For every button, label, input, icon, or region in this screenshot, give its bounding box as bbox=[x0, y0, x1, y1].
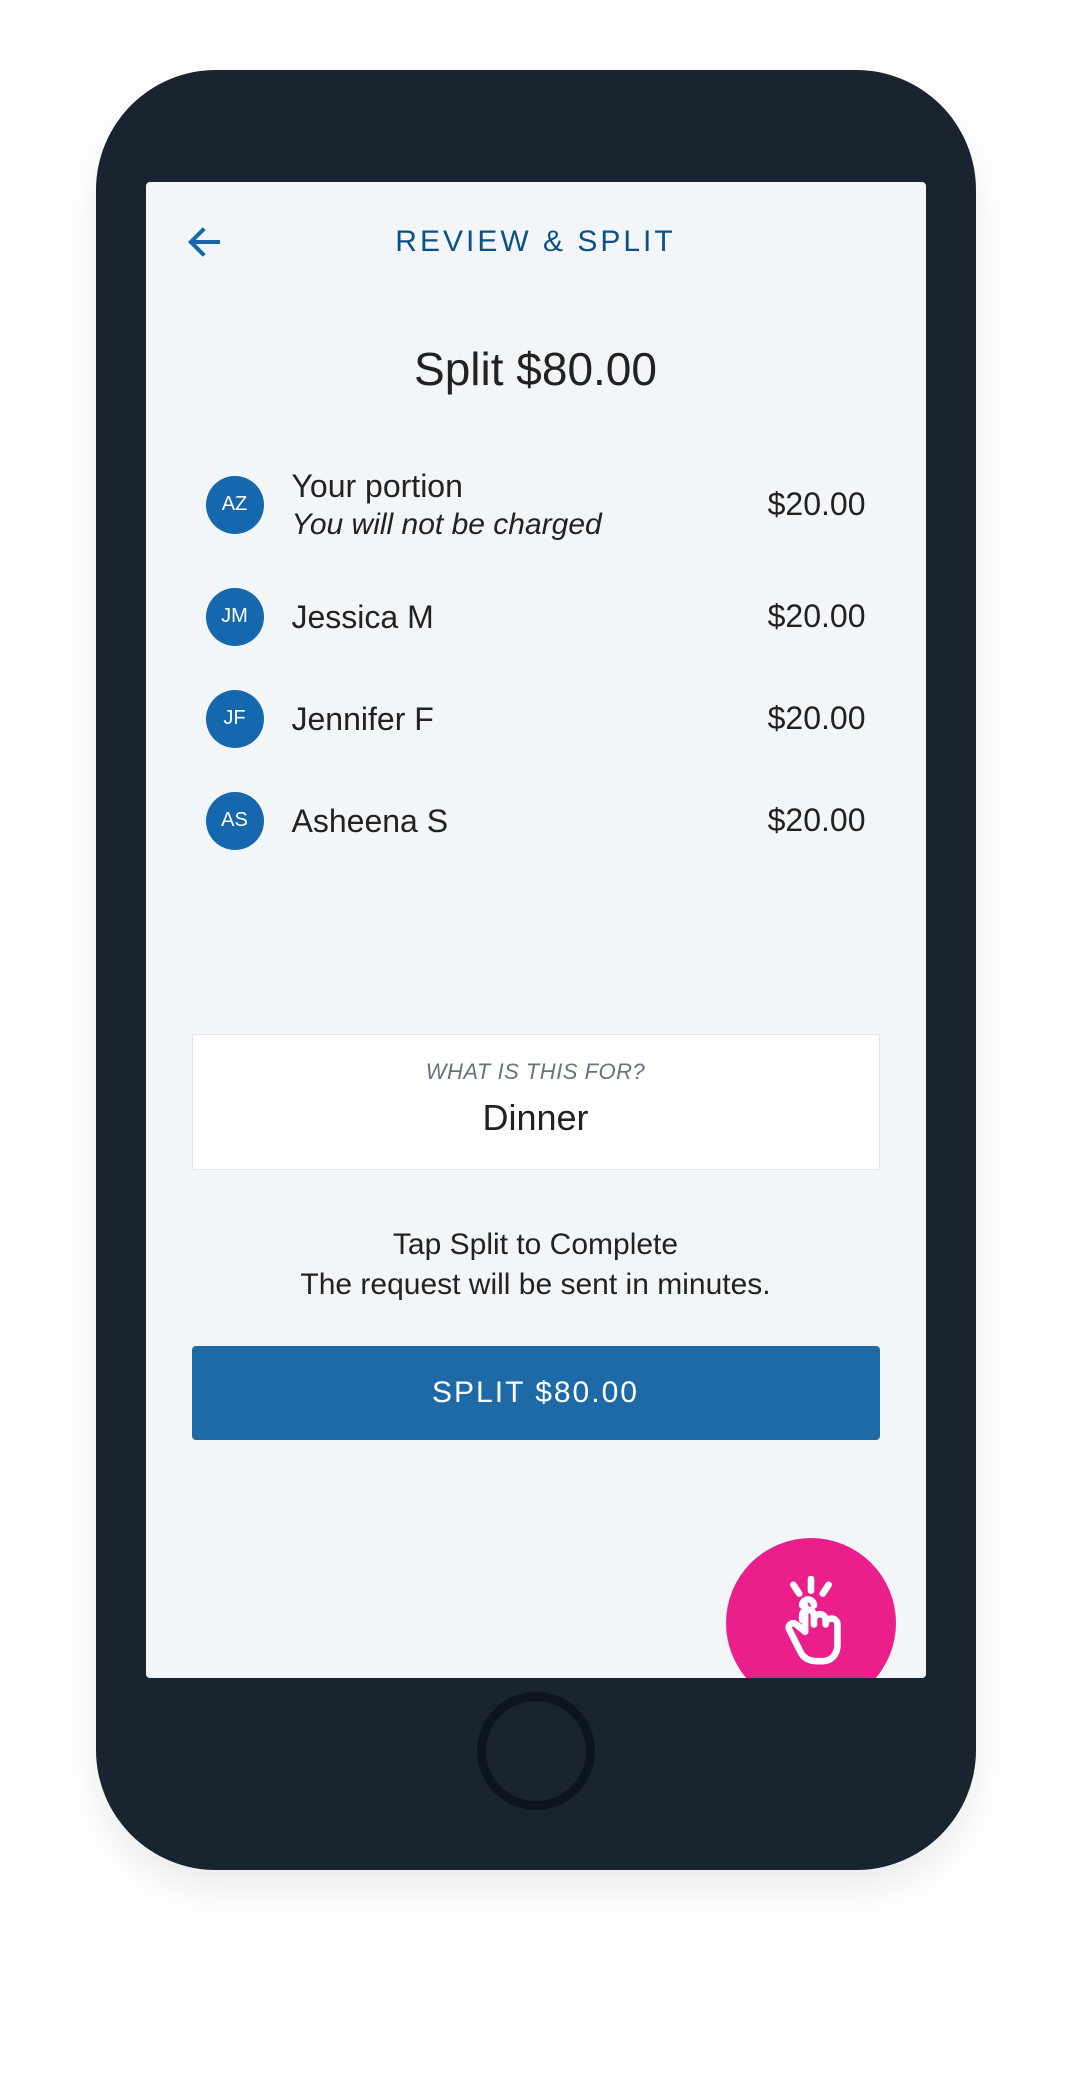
person-amount: $20.00 bbox=[768, 700, 866, 737]
phone-inner: REVIEW & SPLIT Split $80.00 AZ Your port… bbox=[118, 92, 954, 1848]
memo-card[interactable]: WHAT IS THIS FOR? Dinner bbox=[192, 1034, 880, 1170]
avatar: JF bbox=[206, 690, 264, 748]
hint-text: Tap Split to Complete The request will b… bbox=[146, 1225, 926, 1306]
name-block: Asheena S bbox=[292, 801, 768, 841]
split-button[interactable]: SPLIT $80.00 bbox=[192, 1346, 880, 1440]
name-block: Your portion You will not be charged bbox=[292, 466, 768, 544]
person-amount: $20.00 bbox=[768, 486, 866, 523]
arrow-left-icon bbox=[180, 218, 228, 266]
hint-line-1: Tap Split to Complete bbox=[146, 1225, 926, 1266]
app-screen: REVIEW & SPLIT Split $80.00 AZ Your port… bbox=[146, 182, 926, 1678]
home-button[interactable] bbox=[477, 1692, 595, 1810]
list-item: JM Jessica M $20.00 bbox=[206, 588, 866, 646]
list-item: AZ Your portion You will not be charged … bbox=[206, 466, 866, 544]
person-amount: $20.00 bbox=[768, 802, 866, 839]
person-name: Jennifer F bbox=[292, 699, 768, 739]
tap-hand-icon bbox=[764, 1576, 858, 1670]
person-note: You will not be charged bbox=[292, 506, 768, 544]
list-item: AS Asheena S $20.00 bbox=[206, 792, 866, 850]
phone-frame: REVIEW & SPLIT Split $80.00 AZ Your port… bbox=[96, 70, 976, 1870]
memo-label: WHAT IS THIS FOR? bbox=[213, 1059, 859, 1085]
memo-value: Dinner bbox=[213, 1097, 859, 1139]
page-title: REVIEW & SPLIT bbox=[395, 225, 675, 259]
avatar: AS bbox=[206, 792, 264, 850]
header-bar: REVIEW & SPLIT bbox=[146, 182, 926, 302]
name-block: Jennifer F bbox=[292, 699, 768, 739]
avatar: JM bbox=[206, 588, 264, 646]
hint-line-2: The request will be sent in minutes. bbox=[146, 1265, 926, 1306]
person-name: Jessica M bbox=[292, 597, 768, 637]
tap-hint-badge bbox=[726, 1538, 896, 1678]
split-amount-heading: Split $80.00 bbox=[146, 342, 926, 396]
person-name: Your portion bbox=[292, 466, 768, 506]
list-item: JF Jennifer F $20.00 bbox=[206, 690, 866, 748]
back-button[interactable] bbox=[176, 214, 232, 270]
person-amount: $20.00 bbox=[768, 598, 866, 635]
name-block: Jessica M bbox=[292, 597, 768, 637]
person-name: Asheena S bbox=[292, 801, 768, 841]
people-list: AZ Your portion You will not be charged … bbox=[146, 466, 926, 894]
avatar: AZ bbox=[206, 476, 264, 534]
